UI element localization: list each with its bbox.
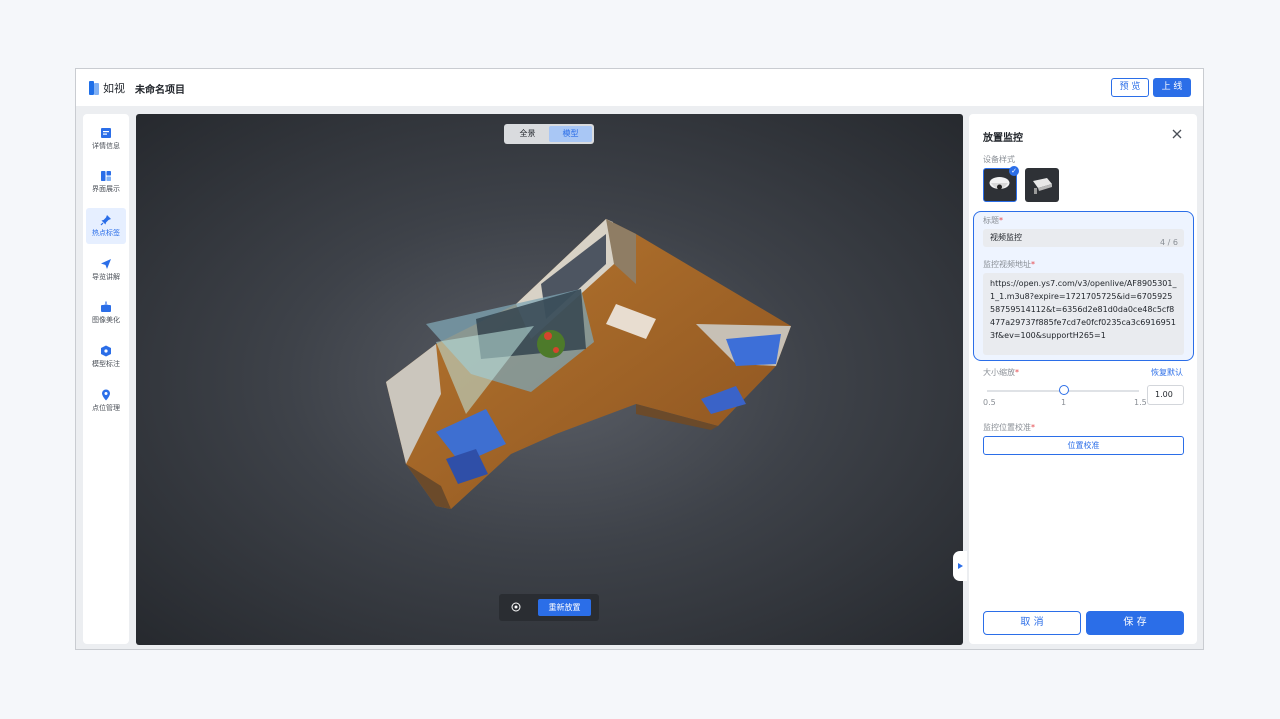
app-window: 如视 未命名项目 预 览 上 线 详情信息 界面展示 热点标签 导览讲解 图像美…	[75, 68, 1204, 650]
brand-name: 如视	[103, 82, 125, 95]
dollhouse-model	[386, 219, 791, 509]
close-icon[interactable]	[1171, 128, 1183, 140]
sidebar-item-location[interactable]: 点位管理	[86, 383, 126, 419]
scale-value-input[interactable]: 1.00	[1147, 385, 1184, 405]
sidebar-item-label: 界面展示	[92, 185, 120, 193]
3d-model-viewport[interactable]: 全景 模型 重新放置	[136, 114, 963, 645]
scale-mid-label: 1	[1061, 398, 1067, 407]
project-name[interactable]: 未命名项目	[135, 81, 185, 96]
video-url-textarea[interactable]: https://open.ys7.com/v3/openlive/AF89053…	[983, 273, 1184, 355]
top-bar: 如视 未命名项目 预 览 上 线	[76, 69, 1203, 106]
view-mode-toggle: 全景 模型	[504, 124, 594, 144]
sidebar-item-model-mark[interactable]: 模型标注	[86, 339, 126, 375]
save-button[interactable]: 保 存	[1086, 611, 1184, 635]
tab-panorama[interactable]: 全景	[506, 126, 549, 142]
title-char-counter: 4 / 6	[1160, 238, 1178, 247]
sidebar-item-hotspot[interactable]: 热点标签	[86, 208, 126, 244]
tab-model[interactable]: 模型	[549, 126, 592, 142]
panel-collapse-toggle[interactable]	[953, 551, 967, 581]
logo-icon	[89, 81, 99, 95]
document-icon	[101, 128, 111, 138]
sidebar-item-label: 图像美化	[92, 316, 120, 324]
cancel-button[interactable]: 取 消	[983, 611, 1081, 635]
device-style-dome[interactable]: ✓	[983, 166, 1019, 202]
sidebar-item-layout[interactable]: 界面展示	[86, 164, 126, 200]
model-mark-icon	[101, 345, 111, 357]
scale-max-label: 1.5	[1134, 398, 1147, 407]
scale-slider-handle[interactable]	[1059, 385, 1069, 395]
sidebar-item-label: 热点标签	[92, 229, 120, 237]
placement-toolbar: 重新放置	[499, 594, 599, 621]
layout-icon	[101, 171, 111, 181]
sidebar-item-label: 点位管理	[92, 404, 120, 412]
panel-title: 放置监控	[983, 133, 1023, 144]
scale-label: 大小缩放*	[983, 368, 1019, 377]
reposition-button[interactable]: 重新放置	[538, 599, 591, 616]
navigate-icon	[101, 259, 111, 269]
device-style-label: 设备样式	[983, 155, 1015, 164]
restore-default-link[interactable]: 恢复默认	[1151, 367, 1183, 378]
title-field-label: 标题*	[983, 216, 1003, 225]
scale-min-label: 0.5	[983, 398, 996, 407]
sidebar-item-image-enhance[interactable]: 图像美化	[86, 295, 126, 331]
image-enhance-icon	[101, 301, 111, 312]
bullet-camera-icon	[1033, 178, 1052, 194]
publish-button[interactable]: 上 线	[1153, 78, 1191, 97]
brand-logo: 如视	[89, 80, 125, 96]
location-icon	[102, 389, 110, 401]
sidebar-item-label: 导览讲解	[92, 273, 120, 281]
sidebar-item-label: 模型标注	[92, 360, 120, 368]
url-field-label: 监控视频地址*	[983, 260, 1035, 269]
preview-button[interactable]: 预 览	[1111, 78, 1149, 97]
locate-icon[interactable]	[511, 602, 521, 612]
monitor-settings-panel: 放置监控 设备样式 ✓ 标题* 视频监控 4 / 6 监控视频地址* https…	[969, 114, 1197, 644]
title-input-value: 视频监控	[990, 233, 1022, 242]
sidebar-item-guide[interactable]: 导览讲解	[86, 252, 126, 288]
title-input[interactable]: 视频监控 4 / 6	[983, 229, 1184, 247]
calibrate-position-button[interactable]: 位置校准	[983, 436, 1184, 455]
selected-check-icon: ✓	[1009, 166, 1019, 176]
sidebar-item-details[interactable]: 详情信息	[86, 121, 126, 157]
calibration-label: 监控位置校准*	[983, 423, 1035, 432]
device-style-bullet[interactable]	[1025, 168, 1059, 202]
sidebar: 详情信息 界面展示 热点标签 导览讲解 图像美化 模型标注 点位管理	[83, 114, 129, 644]
sidebar-item-label: 详情信息	[92, 142, 120, 150]
pin-icon	[100, 215, 111, 226]
